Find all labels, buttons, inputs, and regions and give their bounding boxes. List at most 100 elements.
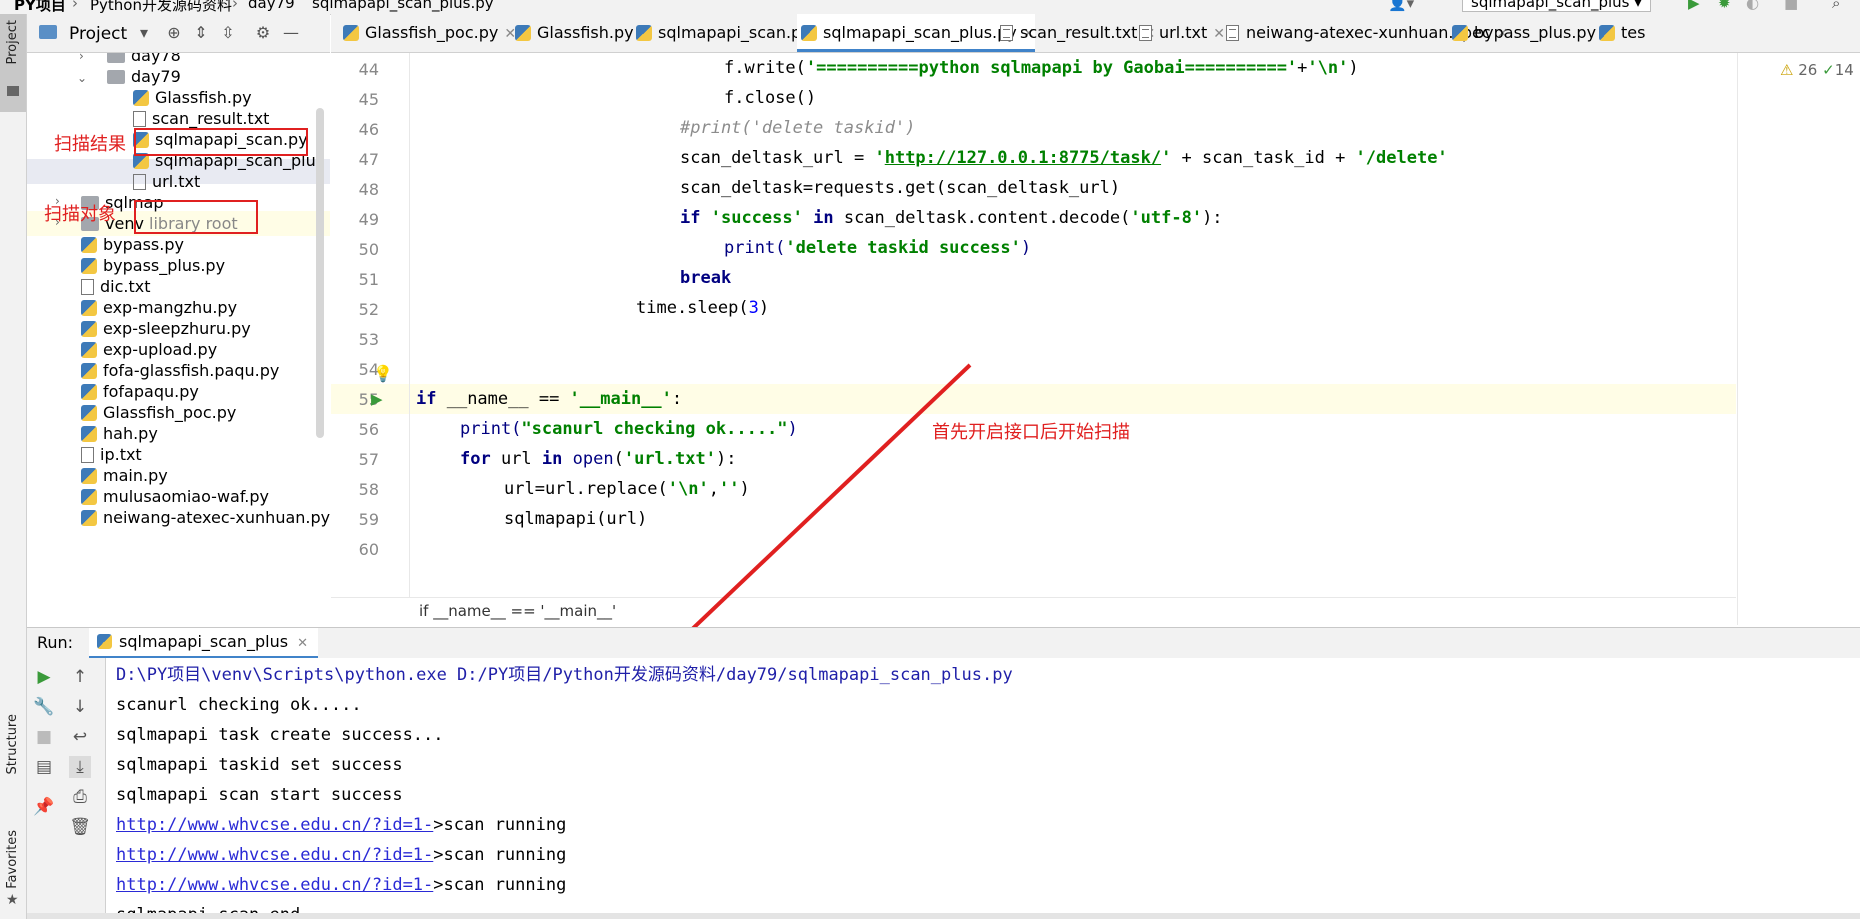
breadcrumb-folder[interactable]: Python开发源码资料 xyxy=(90,0,232,14)
python-file-icon xyxy=(97,634,112,649)
line-number: 44 xyxy=(358,60,379,79)
python-file-icon xyxy=(81,342,97,358)
line-number: 46 xyxy=(358,120,379,139)
breadcrumb-subfolder[interactable]: day79 xyxy=(248,0,295,12)
structure-tool-button[interactable]: Structure xyxy=(0,714,26,804)
python-file-icon xyxy=(81,426,97,442)
code-line-51: break xyxy=(680,268,732,288)
tab-url[interactable]: url.txt ✕ xyxy=(1133,14,1225,52)
chevron-down-icon[interactable]: ▾ xyxy=(134,23,154,43)
console-url-link[interactable]: http://www.whvcse.edu.cn/?id=1- xyxy=(116,815,433,835)
code-line-52: time.sleep(3) xyxy=(636,298,770,318)
scroll-to-end-icon[interactable]: ⤓ xyxy=(69,756,91,778)
up-arrow-icon[interactable]: ↑ xyxy=(69,666,91,688)
tab-glassfish-poc[interactable]: Glassfish_poc.py ✕ xyxy=(339,14,516,52)
python-file-icon xyxy=(81,363,97,379)
hide-icon[interactable]: — xyxy=(281,23,301,43)
python-file-icon xyxy=(81,468,97,484)
debug-icon[interactable]: ✹ xyxy=(1718,0,1731,12)
tab-label: tes xyxy=(1621,23,1646,42)
tree-item-neiwang[interactable]: neiwang-atexec-xunhuan.py xyxy=(81,505,330,530)
line-number: 59 xyxy=(358,510,379,529)
python-file-icon xyxy=(636,25,652,41)
close-icon[interactable]: ✕ xyxy=(297,636,308,651)
layout-icon[interactable]: ▤ xyxy=(33,756,55,778)
project-tool-button[interactable]: Project xyxy=(0,14,26,112)
tab-glassfish[interactable]: Glassfish.py✕ xyxy=(511,14,651,52)
collapse-all-icon[interactable]: ⇳ xyxy=(218,23,238,43)
breadcrumb-project[interactable]: PY项目 xyxy=(14,0,66,14)
run-config-select[interactable]: sqlmapapi_scan_plus ▾ xyxy=(1462,0,1651,12)
annotation-scan-result: 扫描结果 xyxy=(54,134,126,155)
code-line-47: scan_deltask_url = 'http://127.0.0.1:877… xyxy=(680,148,1448,168)
console-url-link[interactable]: http://www.whvcse.edu.cn/?id=1- xyxy=(116,875,433,895)
stop-icon[interactable]: ■ xyxy=(1784,0,1798,12)
text-file-icon xyxy=(81,279,94,295)
tree-scrollbar[interactable] xyxy=(316,108,324,438)
folder-icon xyxy=(107,70,125,84)
python-file-icon xyxy=(1599,25,1615,41)
expand-all-icon[interactable]: ⇕ xyxy=(191,23,211,43)
project-toolbar: Project ▾ ⊕ ⇕ ⇳ ⚙ — xyxy=(27,14,330,53)
line-number: 60 xyxy=(358,540,379,559)
run-tab-label: sqlmapapi_scan_plus xyxy=(119,632,289,651)
down-arrow-icon[interactable]: ↓ xyxy=(69,696,91,718)
console-line: http://www.whvcse.edu.cn/?id=1->scan run… xyxy=(116,845,567,865)
locate-icon[interactable]: ⊕ xyxy=(164,23,184,43)
stop-icon[interactable]: ■ xyxy=(33,726,55,748)
text-file-icon xyxy=(1139,25,1152,41)
console-line: http://www.whvcse.edu.cn/?id=1->scan run… xyxy=(116,875,567,895)
line-number: 47 xyxy=(358,150,379,169)
python-file-icon xyxy=(81,405,97,421)
line-number: 51 xyxy=(358,270,379,289)
run-panel-label: Run: xyxy=(37,633,74,652)
star-icon: ★ xyxy=(6,892,19,908)
run-gutter-icon[interactable]: ▶ xyxy=(371,390,383,408)
text-file-icon xyxy=(81,447,94,463)
code-line-46: #print('delete taskid') xyxy=(680,118,916,138)
lightbulb-icon[interactable]: 💡 xyxy=(373,364,393,383)
wrench-icon[interactable]: 🔧 xyxy=(33,696,55,718)
chevron-right-icon[interactable]: › xyxy=(79,53,84,63)
console-command: D:\PY项目\venv\Scripts\python.exe D:/PY项目/… xyxy=(116,665,1013,685)
user-icon[interactable]: 👤▾ xyxy=(1388,0,1414,12)
tab-scan-result[interactable]: scan_result.txt✕ xyxy=(994,14,1155,52)
breadcrumb-file[interactable]: sqlmapapi_scan_plus.py xyxy=(312,0,494,12)
python-file-icon xyxy=(515,25,531,41)
tab-label: url.txt xyxy=(1159,23,1208,42)
tab-bypass-plus[interactable]: bypass_plus.py✕ xyxy=(1448,14,1614,52)
python-file-icon xyxy=(801,25,817,41)
tab-label: sqlmapapi_scan_plus.py xyxy=(823,23,1017,42)
console-output[interactable]: D:\PY项目\venv\Scripts\python.exe D:/PY项目/… xyxy=(106,658,1860,919)
tab-label: Glassfish.py xyxy=(537,23,634,42)
favorites-tool-button[interactable]: Favorites ★ xyxy=(0,824,26,919)
text-file-icon xyxy=(1226,25,1239,41)
python-file-icon xyxy=(81,384,97,400)
run-config-label: sqlmapapi_scan_plus xyxy=(1471,0,1630,11)
tab-tes[interactable]: tes xyxy=(1595,14,1645,52)
code-line-44: f.write('==========python sqlmapapi by G… xyxy=(724,58,1359,78)
folder-icon xyxy=(7,86,19,96)
console-line: sqlmapapi scan start success xyxy=(116,785,403,805)
inspection-widget[interactable]: ⚠ 26 ✓14 xyxy=(1780,61,1854,79)
line-number: 45 xyxy=(358,90,379,109)
search-icon[interactable]: ⌕ xyxy=(1832,0,1840,12)
pin-icon[interactable]: 📌 xyxy=(33,796,55,818)
text-file-icon xyxy=(1000,25,1013,41)
trash-icon[interactable]: 🗑 xyxy=(69,816,91,838)
gear-icon[interactable]: ⚙ xyxy=(253,23,273,43)
console-scrollbar[interactable] xyxy=(27,913,1860,919)
project-view-label[interactable]: Project xyxy=(69,24,127,44)
chevron-down-icon[interactable]: ⌄ xyxy=(77,71,87,85)
soft-wrap-icon[interactable]: ↩ xyxy=(69,726,91,748)
run-icon[interactable]: ▶ xyxy=(1688,0,1700,12)
line-number: 58 xyxy=(358,480,379,499)
python-file-icon xyxy=(81,300,97,316)
coverage-icon[interactable]: ◐ xyxy=(1746,0,1759,12)
run-toolbar: ▶ ↑ 🔧 ↓ ■ ↩ ▤ ⤓ ⎙ 📌 🗑 xyxy=(27,658,106,919)
rerun-icon[interactable]: ▶ xyxy=(33,666,55,688)
run-panel-header: Run: sqlmapapi_scan_plus ✕ xyxy=(27,627,1860,659)
run-tab[interactable]: sqlmapapi_scan_plus ✕ xyxy=(89,628,319,659)
console-url-link[interactable]: http://www.whvcse.edu.cn/?id=1- xyxy=(116,845,433,865)
print-icon[interactable]: ⎙ xyxy=(69,786,91,808)
